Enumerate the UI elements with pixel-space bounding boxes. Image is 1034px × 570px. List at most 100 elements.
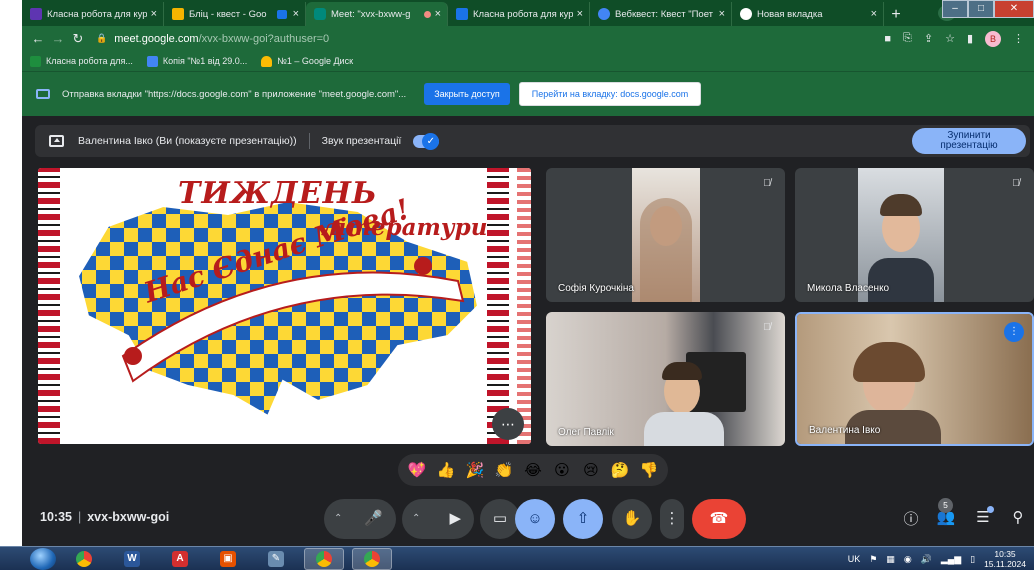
mic-off-icon: 🎙̸ (1012, 178, 1020, 189)
go-to-tab-button[interactable]: Перейти на вкладку: docs.google.com (518, 82, 702, 106)
tab-blitz-quest[interactable]: Бліц - квест - Goo × (164, 2, 306, 26)
menu-kebab-icon[interactable]: ⋮ (1013, 32, 1024, 45)
emoji-icon: ☺ (527, 510, 543, 527)
bookmark-star-icon[interactable]: ☆ (945, 32, 955, 45)
start-button[interactable] (30, 547, 56, 570)
close-icon[interactable]: × (435, 8, 441, 20)
network-icon[interactable]: ◉ (904, 554, 912, 565)
tab-classroom-1[interactable]: Класна робота для кур × (22, 2, 164, 26)
meeting-controls: 10:35 | xvx-bxww-goi ⌃ 🎤 ⌃ ▶ ▭ ☺ ⇧ ✋ ⋮ ☎ ⓘ 👥… (22, 494, 1034, 546)
close-icon[interactable]: × (151, 8, 157, 20)
reaction-thumbs-down[interactable]: 👎 (638, 461, 660, 479)
chevron-up-icon[interactable]: ⌃ (412, 499, 420, 539)
meet-icon (314, 8, 326, 20)
signal-icon[interactable]: ▂▄▆ (941, 554, 961, 565)
reaction-thinking[interactable]: 🤔 (609, 461, 631, 479)
bookmark-classroom[interactable]: Класна робота для... (30, 55, 133, 67)
close-icon[interactable]: × (293, 8, 299, 20)
reload-icon[interactable]: ↻ (68, 31, 88, 47)
translate-icon[interactable]: ⎘ (903, 32, 912, 45)
drive-icon (261, 55, 273, 67)
present-now-button[interactable]: ⇧ (563, 499, 603, 539)
address-bar[interactable]: 🔒 meet.google.com /xvx-bxww-goi?authuser… (96, 33, 884, 45)
mic-icon: 🎤 (364, 510, 383, 527)
share-icon[interactable]: ⋯ (492, 408, 524, 440)
participant-tile-2[interactable]: 🎙̸ Микола Власенко (795, 168, 1034, 302)
camera-in-use-icon[interactable]: ■ (884, 33, 891, 45)
reaction-sad[interactable]: 😢 (580, 461, 602, 479)
flag-icon[interactable]: ⚑ (869, 554, 877, 565)
stop-sharing-button[interactable]: Закрыть доступ (424, 83, 510, 105)
chat-icon[interactable]: ☰ (972, 506, 994, 526)
meeting-code: xvx-bxww-goi (87, 510, 170, 524)
taskbar-chrome[interactable] (64, 548, 104, 570)
camera-icon: ▶ (449, 510, 461, 527)
reaction-surprised[interactable]: 😮 (551, 461, 573, 479)
app-icon: ▣ (220, 550, 236, 567)
maximize-icon[interactable]: □ (968, 0, 994, 18)
back-icon[interactable]: ← (28, 31, 48, 46)
presentation-sound-toggle[interactable]: ✓ (413, 132, 440, 150)
tab-new[interactable]: Новая вкладка × (732, 2, 884, 26)
reaction-thumbs-up[interactable]: 👍 (435, 461, 457, 479)
profile-avatar[interactable]: B (985, 30, 1001, 47)
people-icon[interactable]: 👥 5 (935, 498, 957, 526)
participant-tile-4[interactable]: ⋮ Валентина Івко (795, 312, 1034, 446)
window-close-icon[interactable]: ✕ (994, 0, 1034, 18)
side-panel-icon[interactable]: ▮ (967, 32, 973, 45)
chevron-up-icon[interactable]: ⌃ (334, 499, 342, 539)
tab-classroom-2[interactable]: Класна робота для кур × (448, 2, 590, 26)
present-icon (49, 135, 64, 147)
reaction-laugh[interactable]: 😂 (522, 461, 544, 479)
taskbar-word[interactable]: W (112, 548, 152, 570)
taskbar-chrome-window-1[interactable] (304, 547, 344, 570)
tab-strip: Класна робота для кур × Бліц - квест - G… (22, 0, 1034, 26)
mic-off-icon: 🎙̸ (763, 178, 771, 189)
raise-hand-button[interactable]: ✋ (612, 499, 652, 539)
bookmark-drive[interactable]: №1 – Google Диск (261, 55, 354, 67)
activities-icon[interactable]: ⚲ (1007, 508, 1029, 526)
close-icon[interactable]: × (719, 8, 725, 20)
embroidery-border-edge (517, 168, 531, 444)
tab-meet[interactable]: Meet: "xvx-bxww-g × (306, 2, 448, 26)
cast-indicator-icon (276, 9, 287, 19)
cast-icon (36, 89, 50, 99)
captions-button[interactable]: ▭ (480, 499, 520, 539)
forward-icon[interactable]: → (48, 31, 68, 46)
new-tab-button[interactable]: + (884, 6, 908, 24)
share-icon[interactable]: ⇪ (924, 32, 933, 45)
tab-label: Класна робота для кур (47, 8, 147, 20)
meeting-details-icon[interactable]: ⓘ (900, 508, 922, 529)
reaction-clap[interactable]: 👏 (493, 461, 515, 479)
reaction-heart[interactable]: 💖 (406, 461, 428, 479)
browser-toolbar: ← → ↻ 🔒 meet.google.com /xvx-bxww-goi?au… (22, 26, 1034, 51)
participant-tile-1[interactable]: 🎙̸ Софія Курочкіна (546, 168, 785, 302)
reactions-button[interactable]: ☺ (515, 499, 555, 539)
microphone-button[interactable]: ⌃ 🎤 (324, 499, 396, 539)
bookmark-label: №1 – Google Диск (277, 56, 354, 66)
more-options-button[interactable]: ⋮ (660, 499, 684, 539)
close-icon[interactable]: × (577, 8, 583, 20)
language-indicator[interactable]: UK (848, 554, 861, 564)
lock-icon[interactable]: 🔒 (96, 33, 107, 44)
taskbar-paint[interactable]: ✎ (256, 548, 296, 570)
leave-call-button[interactable]: ☎ (692, 499, 746, 539)
reaction-party[interactable]: 🎉 (464, 461, 486, 479)
tray-app-icon[interactable]: ▦ (886, 554, 895, 565)
close-icon[interactable]: × (871, 8, 877, 20)
bookmark-label: Класна робота для... (46, 56, 133, 66)
battery-icon[interactable]: ▯ (970, 554, 975, 565)
tab-webquest[interactable]: Вебквест: Квест "Поет × (590, 2, 732, 26)
volume-icon[interactable]: 🔊 (921, 554, 932, 565)
camera-button[interactable]: ⌃ ▶ (402, 499, 474, 539)
bookmark-copy[interactable]: Копія "№1 від 29.0... (146, 55, 247, 67)
participant-tile-3[interactable]: 🎙̸ Олег Павлік (546, 312, 785, 446)
taskbar-chrome-window-2[interactable] (352, 547, 392, 570)
taskbar-pdf[interactable]: A (160, 548, 200, 570)
minimize-icon[interactable]: – (942, 0, 968, 18)
slide-title: ТИЖДЕНЬ (178, 176, 378, 211)
taskbar-app[interactable]: ▣ (208, 548, 248, 570)
clock[interactable]: 10:35 15.11.2024 (984, 549, 1026, 569)
stop-presenting-button[interactable]: Зупинити презентацію (912, 128, 1026, 154)
participants-count-badge: 5 (938, 498, 953, 513)
